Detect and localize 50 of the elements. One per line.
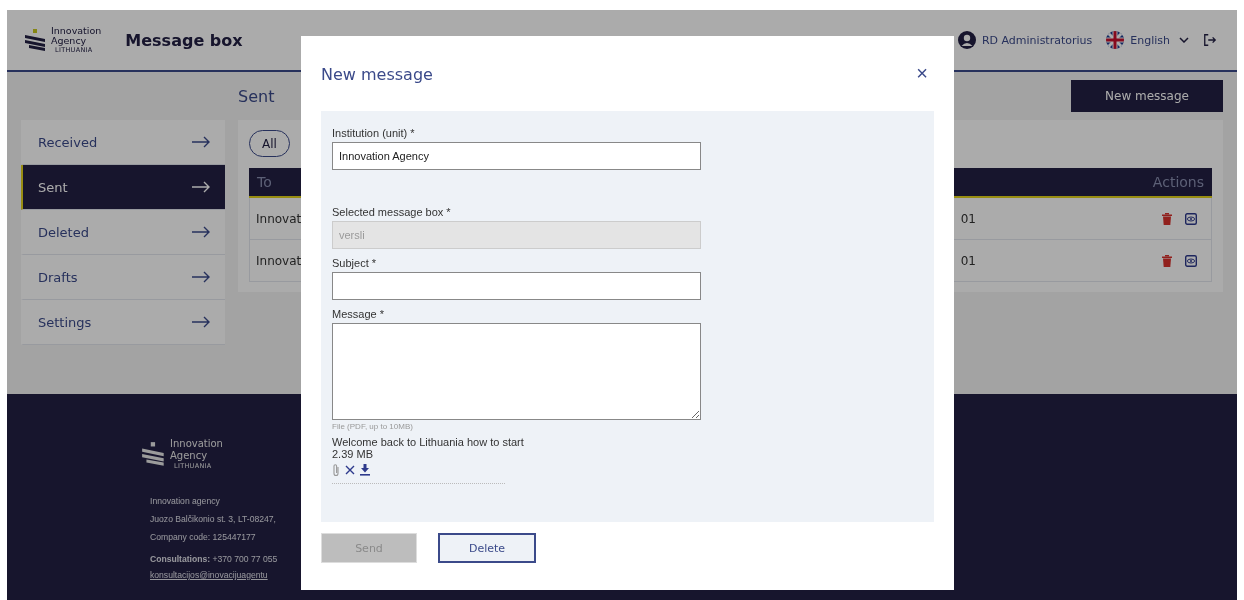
footer-text: Juozo Balčikonio st. 3, LT-08247,	[150, 513, 276, 526]
table-cell: 01	[960, 211, 976, 226]
table-cell: Innovat	[256, 253, 302, 268]
chevron-icon	[1179, 37, 1189, 43]
user-icon	[957, 31, 976, 49]
logout-icon[interactable]	[1203, 33, 1217, 47]
eye-icon[interactable]	[1185, 212, 1197, 225]
page-heading: Sent	[238, 86, 275, 106]
trash-icon[interactable]	[1162, 254, 1172, 267]
column-header: To	[257, 174, 272, 190]
field-label: Message *	[332, 308, 385, 320]
trash-icon[interactable]	[1162, 212, 1172, 225]
download-icon[interactable]	[360, 464, 370, 476]
field-label: Institution (unit) *	[332, 127, 416, 139]
file-name: Welcome back to Lithuania how to start	[332, 436, 525, 448]
remove-icon[interactable]	[345, 465, 355, 475]
footer-text: Consultations: +370 700 77 055	[150, 553, 278, 566]
arrow-icon	[191, 181, 211, 193]
field-label: Subject *	[332, 257, 378, 269]
sidebar-item[interactable]: Sent	[21, 165, 225, 210]
field-label: Selected message box *	[332, 206, 452, 218]
app-title: Message box	[125, 30, 243, 50]
file-size: 2.39 MB	[332, 448, 374, 460]
filter-chip[interactable]: All	[249, 130, 290, 157]
input-field[interactable]	[332, 272, 701, 300]
input-field[interactable]: Innovation Agency	[332, 142, 701, 170]
user-name[interactable]: RD Administratorius	[981, 33, 1093, 47]
flag-icon	[1106, 31, 1125, 49]
eye-icon[interactable]	[1185, 254, 1197, 267]
footer-text: Company code: 125447177	[150, 531, 256, 544]
dialog-title: New message	[321, 64, 433, 84]
sidebar-item[interactable]: Deleted	[21, 210, 225, 255]
column-header: Actions	[1152, 174, 1204, 190]
sidebar-item[interactable]: Settings	[21, 300, 225, 345]
sidebar-item[interactable]: Drafts	[21, 255, 225, 300]
table-cell: 01	[960, 253, 976, 268]
delete-button[interactable]: Delete	[438, 533, 536, 563]
message-field[interactable]	[332, 323, 701, 420]
email-link[interactable]: konsultacijos@inovacijuagentu	[150, 568, 268, 582]
paperclip-icon	[332, 463, 340, 477]
arrow-icon	[191, 136, 211, 148]
close-button[interactable]: ×	[908, 62, 936, 85]
arrow-icon	[191, 271, 211, 283]
file-hint: File (PDF, up to 10MB)	[332, 422, 414, 431]
footer-text: Innovation agency	[150, 495, 220, 508]
arrow-icon	[191, 316, 211, 328]
new-message-button[interactable]: New message	[1071, 80, 1223, 112]
table-cell: Innovat	[256, 211, 302, 226]
language-selector[interactable]: English	[1130, 33, 1189, 47]
arrow-icon	[191, 226, 211, 238]
